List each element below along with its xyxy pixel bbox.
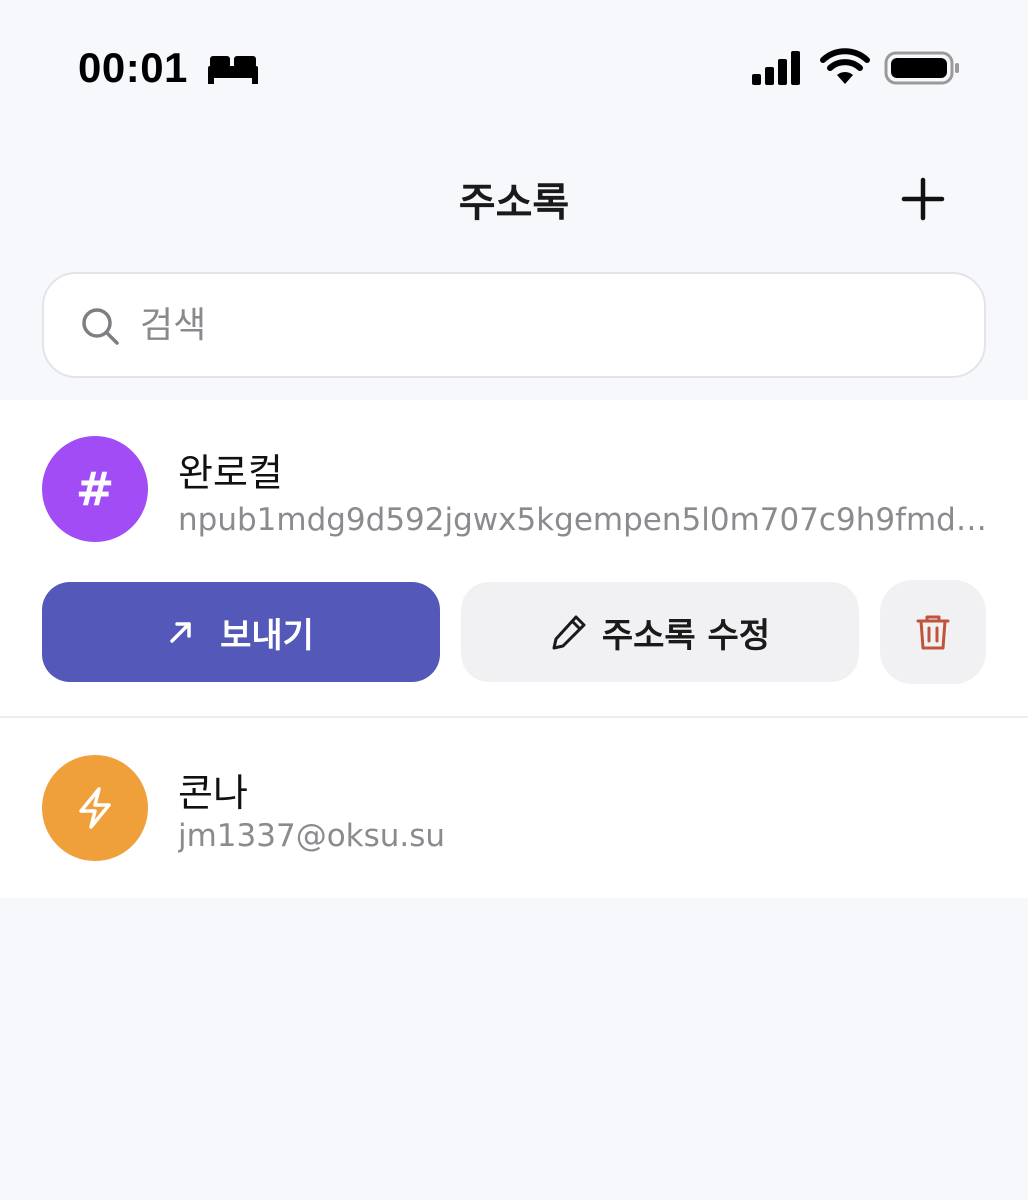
avatar: # bbox=[42, 436, 148, 542]
plus-icon bbox=[901, 177, 945, 221]
search-box[interactable] bbox=[42, 272, 986, 378]
battery-icon bbox=[884, 51, 959, 85]
cellular-signal-icon bbox=[752, 51, 800, 85]
search-icon bbox=[82, 308, 119, 345]
contact-address: npub1mdg9d592jgwx5kgempen5l0m707c9h9fmdg… bbox=[178, 502, 988, 538]
contact-item[interactable]: # 완로컬 npub1mdg9d592jgwx5kgempen5l0m707c9… bbox=[0, 400, 1028, 716]
contact-name: 완로컬 bbox=[178, 451, 283, 495]
wifi-icon bbox=[820, 48, 870, 84]
arrow-up-right-icon bbox=[170, 622, 191, 643]
status-bar: 00:01 bbox=[0, 0, 1028, 140]
delete-contact-button[interactable] bbox=[880, 580, 986, 684]
contact-list: # 완로컬 npub1mdg9d592jgwx5kgempen5l0m707c9… bbox=[0, 400, 1028, 898]
bed-icon bbox=[208, 56, 258, 84]
contact-name: 콘나 bbox=[178, 771, 248, 815]
send-button-label: 보내기 bbox=[220, 615, 314, 656]
edit-contact-button[interactable]: 주소록 수정 bbox=[461, 582, 859, 682]
avatar bbox=[42, 755, 148, 861]
send-button[interactable]: 보내기 bbox=[42, 582, 440, 682]
edit-button-label: 주소록 수정 bbox=[601, 615, 771, 656]
trash-icon bbox=[916, 615, 950, 650]
contact-item[interactable]: 콘나 jm1337@oksu.su bbox=[0, 718, 1028, 898]
search-input[interactable] bbox=[140, 292, 960, 358]
lightning-bolt-icon bbox=[79, 787, 111, 829]
status-time: 00:01 bbox=[78, 44, 188, 91]
add-contact-button[interactable] bbox=[896, 172, 950, 226]
hash-icon: # bbox=[75, 462, 115, 516]
pencil-icon bbox=[552, 615, 586, 650]
page-title: 주소록 bbox=[458, 180, 570, 226]
contact-address: jm1337@oksu.su bbox=[178, 818, 446, 854]
